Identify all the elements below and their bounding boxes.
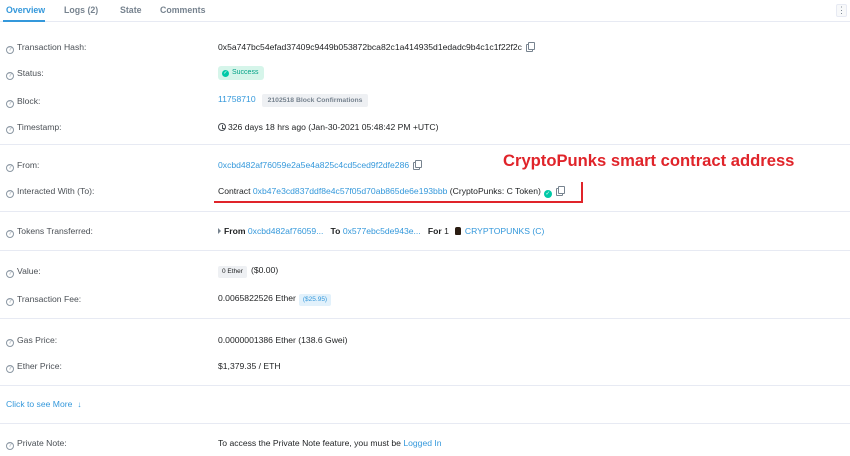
tab-logs[interactable]: Logs (2): [64, 5, 98, 15]
row-transaction-fee: ? Transaction Fee: 0.0065822526 Ether ($25…: [0, 291, 850, 309]
help-icon[interactable]: ?: [6, 298, 14, 306]
row-value: ? Value: 0 Ether ($0.00): [0, 263, 850, 281]
divider: [0, 423, 850, 424]
tokens-transferred-label: ? Tokens Transferred:: [6, 226, 93, 238]
active-tab-indicator: [3, 20, 45, 22]
row-interacted-with: ? Interacted With (To): Contract 0xb47e3c…: [0, 183, 850, 201]
copy-icon[interactable]: [413, 160, 423, 170]
from-address-link[interactable]: 0xcbd482af76059e2a5e4a825c4cd5ced9f2dfe2…: [218, 160, 409, 170]
help-icon[interactable]: ?: [6, 270, 14, 278]
row-timestamp: ? Timestamp: 326 days 18 hrs ago (Jan-30-…: [0, 119, 850, 137]
help-icon[interactable]: ?: [6, 72, 14, 80]
annotation-underline: [214, 201, 583, 203]
help-icon[interactable]: ?: [6, 339, 14, 347]
token-to-link[interactable]: 0x577ebc5de943e...: [343, 226, 421, 236]
copy-icon[interactable]: [555, 186, 565, 196]
block-value: 11758710 2102518 Block Confirmations: [218, 94, 369, 107]
transaction-hash-value: 0x5a747bc54efad37409c9449b053872bca82c1a…: [218, 42, 535, 52]
fee-usd-badge: ($25.95): [298, 294, 332, 306]
gas-price-label: ? Gas Price:: [6, 335, 57, 347]
row-gas-price: ? Gas Price: 0.0000001386 Ether (138.6 Gw…: [0, 332, 850, 350]
row-ether-price: ? Ether Price: $1,379.35 / ETH: [0, 358, 850, 376]
token-from-link[interactable]: 0xcbd482af76059...: [248, 226, 324, 236]
copy-icon[interactable]: [525, 42, 535, 52]
clock-icon: [218, 123, 226, 131]
help-icon[interactable]: ?: [6, 100, 14, 108]
help-icon[interactable]: ?: [6, 365, 14, 373]
tokens-transferred-value: From 0xcbd482af76059... To 0x577ebc5de94…: [218, 226, 544, 236]
ether-amount-badge: 0 Ether: [218, 266, 247, 278]
help-icon[interactable]: ?: [6, 190, 14, 198]
transaction-hash-label: ? Transaction Hash:: [6, 42, 86, 54]
transaction-fee-value: 0.0065822526 Ether ($25.95): [218, 293, 332, 306]
verified-check-icon: ✓: [543, 190, 552, 198]
from-label: ? From:: [6, 160, 39, 172]
annotation-connector: [581, 182, 583, 203]
timestamp-value: 326 days 18 hrs ago (Jan-30-2021 05:48:4…: [218, 122, 438, 132]
check-circle-icon: ✓: [222, 70, 229, 77]
help-icon[interactable]: ?: [6, 164, 14, 172]
divider: [0, 211, 850, 212]
help-icon[interactable]: ?: [6, 46, 14, 54]
status-label: ? Status:: [6, 68, 44, 80]
contract-address-link[interactable]: 0xb47e3cd837ddf8e4c57f05d70ab865de6e193b…: [253, 186, 448, 196]
row-block: ? Block: 11758710 2102518 Block Confirmati…: [0, 93, 850, 111]
divider: [0, 385, 850, 386]
value-value: 0 Ether ($0.00): [218, 265, 278, 278]
gas-price-value: 0.0000001386 Ether (138.6 Gwei): [218, 335, 348, 345]
timestamp-label: ? Timestamp:: [6, 122, 62, 134]
cryptopunk-token-icon: [454, 227, 461, 235]
help-icon[interactable]: ?: [6, 230, 14, 238]
row-from: ? From: 0xcbd482af76059e2a5e4a825c4cd5ced…: [0, 157, 850, 175]
row-private-note: ? Private Note: To access the Private Not…: [0, 435, 850, 453]
row-transaction-hash: ? Transaction Hash: 0x5a747bc54efad37409c…: [0, 39, 850, 57]
tab-bar: Overview Logs (2) State Comments ⋮: [0, 0, 850, 22]
tab-state[interactable]: State: [120, 5, 142, 15]
block-label: ? Block:: [6, 96, 40, 108]
row-tokens-transferred: ? Tokens Transferred: From 0xcbd482af7605…: [0, 223, 850, 241]
see-more-link[interactable]: Click to see More ↓: [6, 399, 81, 409]
from-value: 0xcbd482af76059e2a5e4a825c4cd5ced9f2dfe2…: [218, 160, 423, 170]
interacted-with-label: ? Interacted With (To):: [6, 186, 94, 198]
help-icon[interactable]: ?: [6, 126, 14, 134]
confirmations-badge: 2102518 Block Confirmations: [261, 94, 369, 107]
divider: [0, 250, 850, 251]
divider: [0, 144, 850, 145]
status-badge: ✓ Success: [218, 66, 265, 80]
ether-price-value: $1,379.35 / ETH: [218, 361, 281, 371]
tab-comments[interactable]: Comments: [160, 5, 205, 15]
arrow-down-icon: ↓: [77, 400, 82, 409]
logged-in-link[interactable]: Logged In: [403, 438, 441, 448]
transaction-fee-label: ? Transaction Fee:: [6, 294, 81, 306]
value-label: ? Value:: [6, 266, 41, 278]
kebab-menu-icon[interactable]: ⋮: [836, 4, 847, 17]
private-note-value: To access the Private Note feature, you …: [218, 438, 442, 448]
divider: [0, 318, 850, 319]
ether-price-label: ? Ether Price:: [6, 361, 62, 373]
block-number-link[interactable]: 11758710: [218, 94, 256, 104]
caret-right-icon: [218, 228, 221, 234]
token-name-link[interactable]: CRYPTOPUNKS (C): [465, 226, 544, 236]
private-note-label: ? Private Note:: [6, 438, 67, 450]
contract-name: (CryptoPunks: C Token): [449, 186, 541, 196]
help-icon[interactable]: ?: [6, 442, 14, 450]
tab-overview[interactable]: Overview: [6, 5, 45, 15]
row-status: ? Status: ✓ Success: [0, 65, 850, 83]
interacted-with-value: Contract 0xb47e3cd837ddf8e4c57f05d70ab86…: [218, 186, 565, 198]
